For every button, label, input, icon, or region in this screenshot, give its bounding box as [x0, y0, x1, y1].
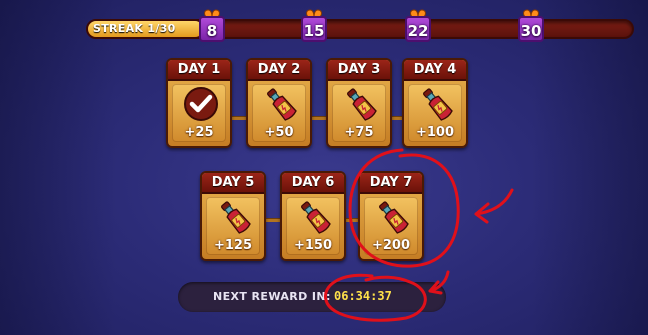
reward-amount: +25 [184, 125, 214, 140]
potion-bottle-icon [221, 201, 251, 234]
annotation-arrow-day7 [474, 188, 514, 224]
reward-amount: +75 [344, 125, 374, 140]
day-card-4[interactable]: DAY 4 +100 [402, 58, 468, 148]
milestone-value: 15 [303, 22, 325, 40]
day-label: DAY 7 [360, 173, 422, 194]
reward-amount: +100 [415, 125, 455, 140]
milestone-value: 22 [407, 22, 429, 40]
day-label: DAY 5 [202, 173, 264, 194]
day-label: DAY 1 [168, 60, 230, 81]
milestone-30[interactable]: 30 [516, 6, 546, 44]
day-label: DAY 4 [404, 60, 466, 81]
next-reward-label: NEXT REWARD IN: [213, 290, 331, 303]
day-card-2[interactable]: DAY 2 +50 [246, 58, 312, 148]
day-label: DAY 2 [248, 60, 310, 81]
potion-bottle-icon [301, 201, 331, 234]
day-label: DAY 3 [328, 60, 390, 81]
milestone-15[interactable]: 15 [299, 6, 329, 44]
potion-bottle-icon [379, 201, 409, 234]
potion-bottle-icon [423, 88, 453, 121]
reward-amount: +125 [213, 238, 253, 253]
milestone-22[interactable]: 22 [403, 6, 433, 44]
potion-bottle-icon [267, 88, 297, 121]
day-card-5[interactable]: DAY 5 +125 [200, 171, 266, 261]
milestone-value: 8 [206, 22, 218, 40]
streak-label: STREAK 1/30 [93, 22, 176, 35]
milestone-value: 30 [520, 22, 542, 40]
next-reward-timer: 06:34:37 [334, 289, 392, 303]
day-card-6[interactable]: DAY 6 +150 [280, 171, 346, 261]
potion-bottle-icon [347, 88, 377, 121]
milestone-8[interactable]: 8 [197, 6, 227, 44]
reward-amount: +200 [371, 238, 411, 253]
checkmark-icon [184, 87, 218, 121]
reward-amount: +50 [264, 125, 294, 140]
day-card-1[interactable]: DAY 1 +25 [166, 58, 232, 148]
day-card-3[interactable]: DAY 3 +75 [326, 58, 392, 148]
reward-amount: +150 [293, 238, 333, 253]
day-card-7[interactable]: DAY 7 +200 [358, 171, 424, 261]
day-label: DAY 6 [282, 173, 344, 194]
